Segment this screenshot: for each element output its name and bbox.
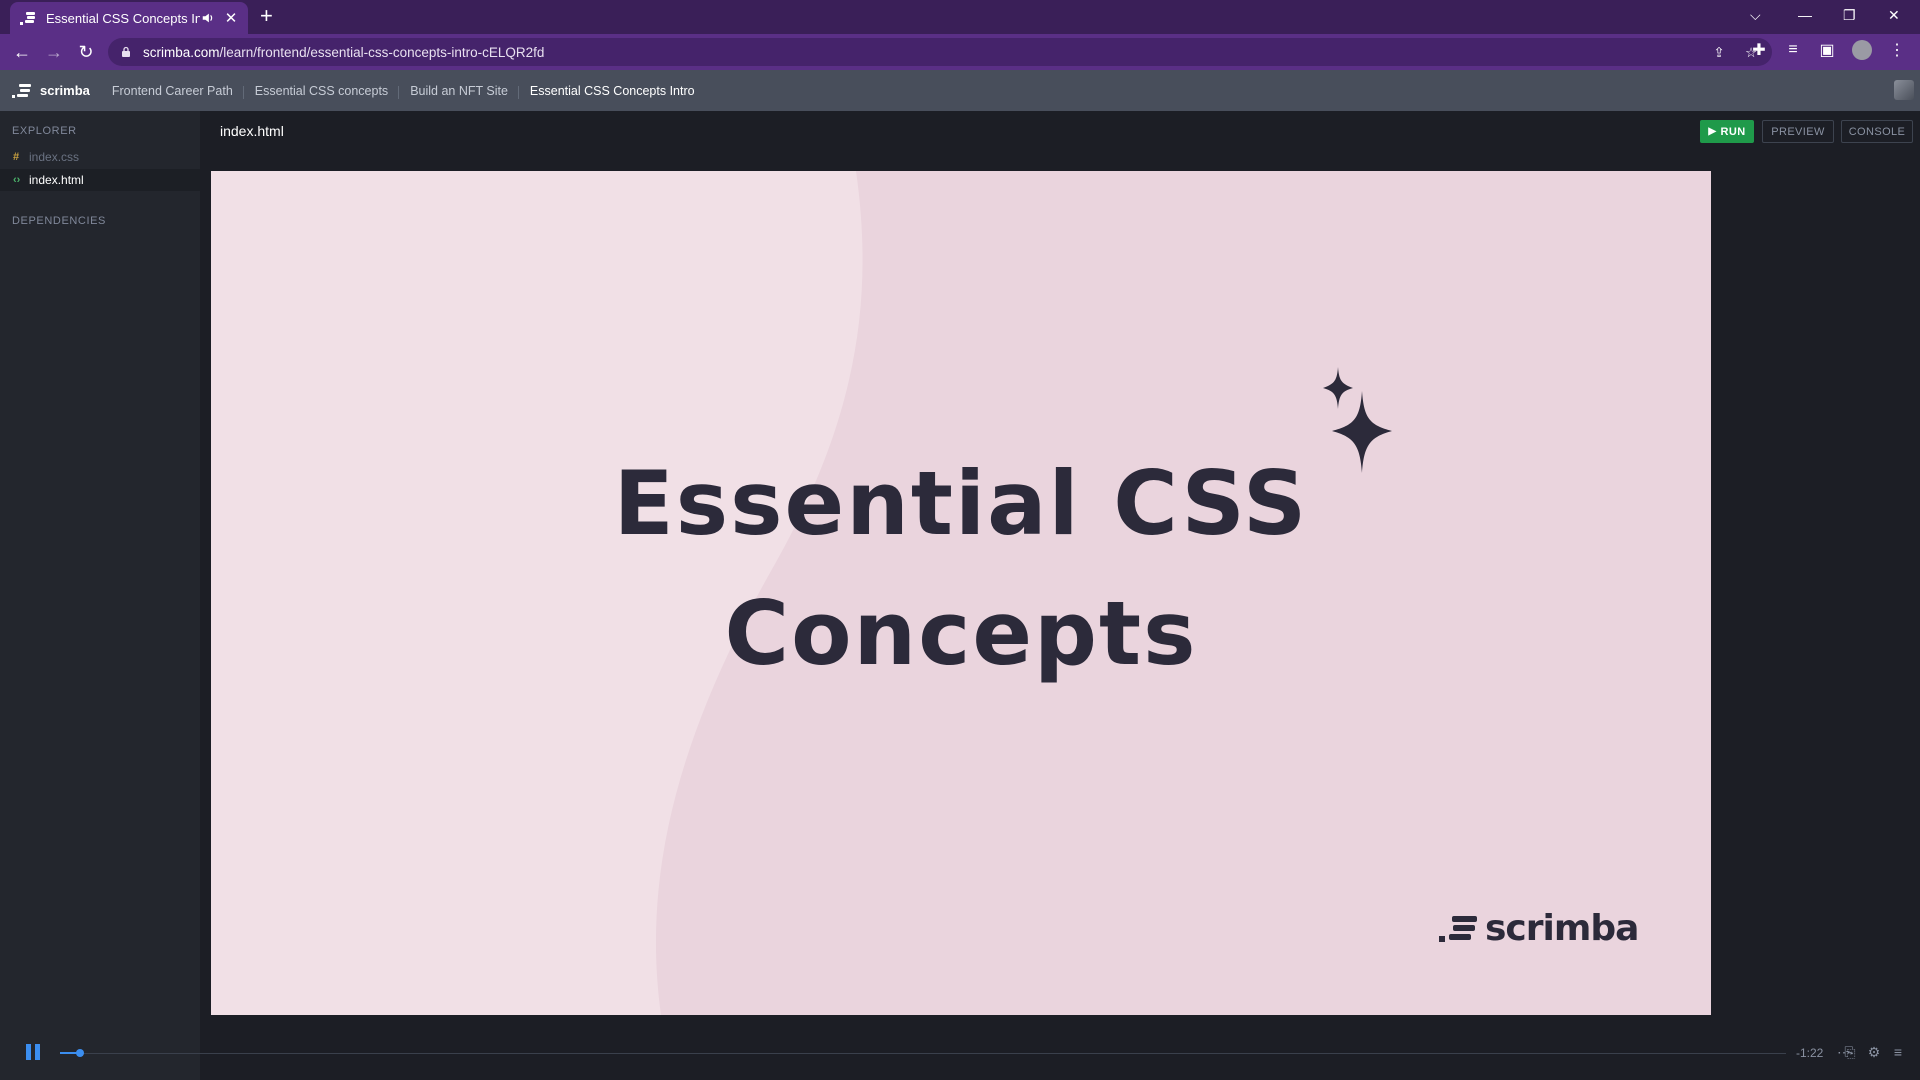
profile-avatar[interactable] — [1852, 40, 1872, 60]
css-file-icon: # — [13, 151, 20, 163]
sparkle-icon — [1323, 367, 1392, 473]
play-icon: ▶ — [1708, 126, 1717, 137]
progress-handle[interactable] — [76, 1049, 84, 1057]
browser-toolbar: ← → ↻ scrimba.com/learn/frontend/essenti… — [0, 34, 1920, 70]
browser-tab-strip: Essential CSS Concepts Intro ✕ + ⌵ — ❐ ✕ — [0, 0, 1920, 34]
dependencies-heading[interactable]: DEPENDENCIES — [12, 215, 106, 227]
forward-icon[interactable]: → — [44, 42, 64, 63]
scrimba-brand[interactable]: scrimba — [12, 83, 90, 99]
console-button[interactable]: CONSOLE — [1841, 120, 1913, 143]
minimize-icon[interactable]: — — [1798, 0, 1812, 30]
file-explorer: EXPLORER # index.css ‹› index.html DEPEN… — [0, 111, 200, 1080]
explorer-heading: EXPLORER — [12, 125, 77, 137]
progress-track[interactable] — [60, 1053, 1786, 1054]
window-close-icon[interactable]: ✕ — [1888, 0, 1900, 30]
run-label: RUN — [1720, 125, 1746, 138]
slide-title-line1: Essential CSS — [613, 452, 1309, 555]
breadcrumb-section[interactable]: Build an NFT Site — [398, 84, 508, 99]
slide-title: Essential CSS Concepts — [211, 439, 1711, 699]
slide: Essential CSS Concepts scrimba — [211, 171, 1711, 1015]
browser-menu-icon[interactable]: ⋮ — [1888, 41, 1906, 59]
speaker-icon[interactable] — [200, 11, 216, 25]
brand-name: scrimba — [40, 83, 90, 98]
bookmark-icon[interactable]: ⎘ — [1842, 1044, 1858, 1061]
tab-title: Essential CSS Concepts Intro — [46, 10, 200, 26]
browser-tab[interactable]: Essential CSS Concepts Intro ✕ — [10, 2, 248, 34]
new-tab-button[interactable]: + — [260, 5, 273, 27]
file-name: index.css — [29, 150, 80, 164]
video-stage[interactable]: Essential CSS Concepts scrimba — [200, 171, 1920, 1020]
breadcrumb-career-path[interactable]: Frontend Career Path — [112, 84, 233, 98]
lock-icon — [122, 46, 130, 57]
slide-title-line2: Concepts — [724, 582, 1198, 685]
scrimba-favicon-icon — [20, 12, 35, 25]
address-bar[interactable]: scrimba.com/learn/frontend/essential-css… — [108, 38, 1772, 66]
playlist-menu-icon[interactable]: ≡ — [1890, 1044, 1906, 1060]
share-icon[interactable]: ⇪ — [1710, 44, 1728, 62]
active-file-tab[interactable]: index.html — [220, 123, 284, 139]
scrimba-header: scrimba Frontend Career Path Essential C… — [0, 70, 1920, 111]
extensions-icon[interactable]: ✚ — [1750, 41, 1768, 59]
file-name: index.html — [29, 173, 84, 187]
slide-logo-text: scrimba — [1485, 908, 1639, 949]
pause-icon[interactable] — [26, 1044, 40, 1060]
media-control-icon[interactable]: ≡ — [1784, 41, 1802, 59]
scrimba-logo-icon — [12, 83, 31, 98]
html-file-icon: ‹› — [13, 174, 21, 186]
settings-gear-icon[interactable]: ⚙ — [1866, 1044, 1882, 1061]
tab-close-icon[interactable]: ✕ — [224, 9, 238, 27]
breadcrumb-module[interactable]: Essential CSS concepts — [242, 84, 388, 99]
scrimba-logo-icon — [1439, 915, 1477, 942]
file-item-css[interactable]: # index.css — [0, 146, 200, 168]
tab-search-icon[interactable]: ⌵ — [1750, 0, 1761, 30]
run-button[interactable]: ▶ RUN — [1700, 120, 1754, 143]
url-path: /learn/frontend/essential-css-concepts-i… — [219, 44, 545, 60]
breadcrumb-current: Essential CSS Concepts Intro — [517, 83, 695, 99]
file-item-html[interactable]: ‹› index.html — [0, 169, 200, 191]
side-panel-icon[interactable]: ▣ — [1818, 41, 1836, 59]
user-avatar[interactable] — [1894, 80, 1914, 100]
restore-icon[interactable]: ❐ — [1843, 0, 1856, 30]
time-remaining: -1:22 — [1796, 1046, 1824, 1060]
editor-header: index.html ▶ RUN PREVIEW CONSOLE — [200, 111, 1920, 171]
player-bar: -1:22 ⋯ ⎘ ⚙ ≡ — [0, 1020, 1920, 1080]
preview-button[interactable]: PREVIEW — [1762, 120, 1834, 143]
url-host: scrimba.com — [143, 44, 220, 60]
slide-scrimba-logo: scrimba — [1439, 908, 1639, 949]
reload-icon[interactable]: ↻ — [76, 42, 96, 63]
back-icon[interactable]: ← — [12, 42, 32, 63]
